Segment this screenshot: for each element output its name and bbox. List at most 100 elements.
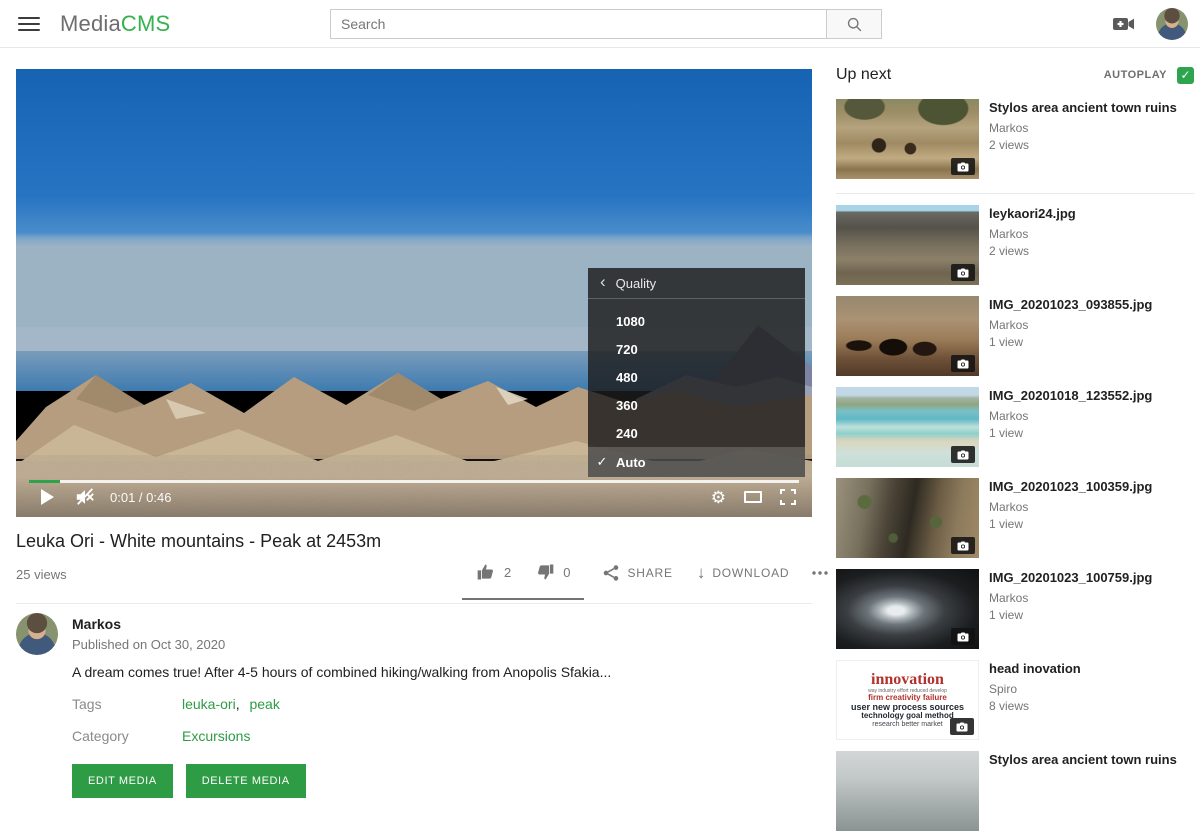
thumbnail-leykaori24[interactable] — [836, 205, 979, 285]
item-title[interactable]: IMG_20201018_123552.jpg — [989, 388, 1152, 404]
quality-menu-back[interactable]: ‹ Quality — [588, 268, 805, 299]
thumbnail-img-100759[interactable] — [836, 569, 979, 649]
quality-option-720[interactable]: 720 — [588, 335, 805, 363]
item-title[interactable]: IMG_20201023_093855.jpg — [989, 297, 1152, 313]
logo-media-text: Media — [60, 11, 121, 36]
thumbnail-img-123552[interactable] — [836, 387, 979, 467]
delete-media-button[interactable]: DELETE MEDIA — [186, 764, 306, 798]
upload-camera-icon — [1112, 14, 1136, 34]
quality-option-480[interactable]: 480 — [588, 363, 805, 391]
author-section: Markos Published on Oct 30, 2020 — [16, 603, 812, 655]
item-title[interactable]: head inovation — [989, 661, 1081, 677]
search-icon — [846, 16, 863, 33]
wordcloud-text: innovation — [871, 671, 944, 688]
camera-icon — [957, 268, 969, 278]
edit-media-button[interactable]: EDIT MEDIA — [72, 764, 173, 798]
item-views: 1 view — [989, 335, 1152, 349]
camera-icon — [957, 632, 969, 642]
video-player[interactable]: ‹ Quality 1080 720 480 360 240 ✓ Auto 0:… — [16, 69, 812, 517]
menu-icon[interactable] — [18, 17, 40, 31]
tags-row: Tags leuka-ori, peak — [72, 696, 280, 712]
list-item[interactable]: IMG_20201023_093855.jpg Markos 1 view — [836, 296, 1194, 376]
quality-menu-title: Quality — [616, 276, 656, 291]
quality-option-240[interactable]: 240 — [588, 419, 805, 447]
top-bar: MediaCMS — [0, 0, 1200, 48]
item-author: Markos — [989, 409, 1152, 423]
mute-button[interactable] — [74, 487, 96, 507]
item-title[interactable]: Stylos area ancient town ruins — [989, 752, 1177, 768]
more-options-button[interactable] — [811, 570, 829, 586]
thumbnail-stylos-ruins-2[interactable] — [836, 751, 979, 831]
quality-option-1080[interactable]: 1080 — [588, 307, 805, 335]
list-item[interactable]: IMG_20201018_123552.jpg Markos 1 view — [836, 387, 1194, 467]
muted-speaker-icon — [74, 487, 96, 507]
upload-media-button[interactable] — [1112, 14, 1136, 39]
autoplay-checkbox[interactable]: ✓ — [1177, 67, 1194, 84]
item-title[interactable]: leykaori24.jpg — [989, 206, 1076, 222]
dislike-button[interactable]: 0 — [535, 562, 570, 582]
list-item[interactable]: leykaori24.jpg Markos 2 views — [836, 205, 1194, 285]
author-avatar[interactable] — [16, 613, 58, 655]
item-views: 2 views — [989, 138, 1177, 152]
camera-icon — [957, 359, 969, 369]
category-link[interactable]: Excursions — [182, 728, 250, 744]
up-next-heading: Up next — [836, 66, 891, 84]
tag-link-leuka-ori[interactable]: leuka-ori — [182, 696, 236, 712]
share-button[interactable]: SHARE — [602, 564, 672, 592]
list-item[interactable]: Stylos area ancient town ruins — [836, 751, 1194, 831]
list-item[interactable]: IMG_20201023_100759.jpg Markos 1 view — [836, 569, 1194, 649]
tag-link-peak[interactable]: peak — [249, 696, 279, 712]
check-icon: ✓ — [588, 454, 616, 470]
published-date: Published on Oct 30, 2020 — [72, 637, 225, 652]
tags-label: Tags — [72, 696, 182, 712]
list-item[interactable]: IMG_20201023_100359.jpg Markos 1 view — [836, 478, 1194, 558]
up-next-sidebar: Up next AUTOPLAY ✓ Stylos area ancient t… — [836, 62, 1194, 831]
quality-option-360[interactable]: 360 — [588, 391, 805, 419]
user-avatar[interactable] — [1156, 8, 1188, 40]
item-author: Markos — [989, 591, 1152, 605]
item-views: 1 view — [989, 608, 1152, 622]
quality-menu: ‹ Quality 1080 720 480 360 240 ✓ Auto — [588, 268, 805, 477]
item-author: Spiro — [989, 682, 1081, 696]
download-arrow-icon: ↓ — [697, 563, 706, 583]
settings-button[interactable]: ⚙ — [711, 489, 726, 506]
video-title: Leuka Ori - White mountains - Peak at 24… — [16, 531, 796, 552]
gear-icon: ⚙ — [711, 489, 726, 506]
item-title[interactable]: IMG_20201023_100759.jpg — [989, 570, 1152, 586]
quality-option-auto-selected[interactable]: ✓ Auto — [588, 447, 805, 477]
check-icon: ✓ — [1180, 68, 1190, 82]
fullscreen-icon — [780, 489, 796, 505]
view-count: 25 views — [16, 567, 67, 582]
thumbnail-stylos-ruins[interactable] — [836, 99, 979, 179]
item-title[interactable]: IMG_20201023_100359.jpg — [989, 479, 1152, 495]
thumbnail-img-100359[interactable] — [836, 478, 979, 558]
search-input[interactable] — [330, 9, 826, 39]
fullscreen-button[interactable] — [780, 489, 796, 505]
category-row: Category Excursions — [72, 728, 250, 744]
download-button[interactable]: ↓ DOWNLOAD — [697, 563, 790, 593]
logo-cms-text: CMS — [121, 11, 171, 36]
author-name[interactable]: Markos — [72, 616, 225, 632]
item-author: Markos — [989, 500, 1152, 514]
item-views: 1 view — [989, 426, 1152, 440]
camera-icon — [957, 162, 969, 172]
logo[interactable]: MediaCMS — [60, 11, 170, 37]
player-controls: 0:01 / 0:46 ⚙ — [16, 477, 812, 517]
theater-mode-button[interactable] — [744, 491, 762, 503]
camera-icon — [956, 722, 968, 732]
item-title[interactable]: Stylos area ancient town ruins — [989, 100, 1177, 116]
play-button[interactable] — [41, 489, 54, 505]
dislike-count: 0 — [563, 565, 570, 580]
list-item[interactable]: innovation way industry effort reduced d… — [836, 660, 1194, 740]
item-views: 8 views — [989, 699, 1081, 713]
like-count: 2 — [504, 565, 511, 580]
thumbnail-word-cloud[interactable]: innovation way industry effort reduced d… — [836, 660, 979, 740]
list-item[interactable]: Stylos area ancient town ruins Markos 2 … — [836, 99, 1194, 179]
thumbnail-img-093855[interactable] — [836, 296, 979, 376]
item-author: Markos — [989, 227, 1076, 241]
like-button[interactable]: 2 — [476, 562, 511, 582]
progress-bar[interactable] — [29, 480, 799, 483]
thumb-up-icon — [476, 562, 496, 582]
thumb-down-icon — [535, 562, 555, 582]
search-button[interactable] — [826, 9, 882, 39]
